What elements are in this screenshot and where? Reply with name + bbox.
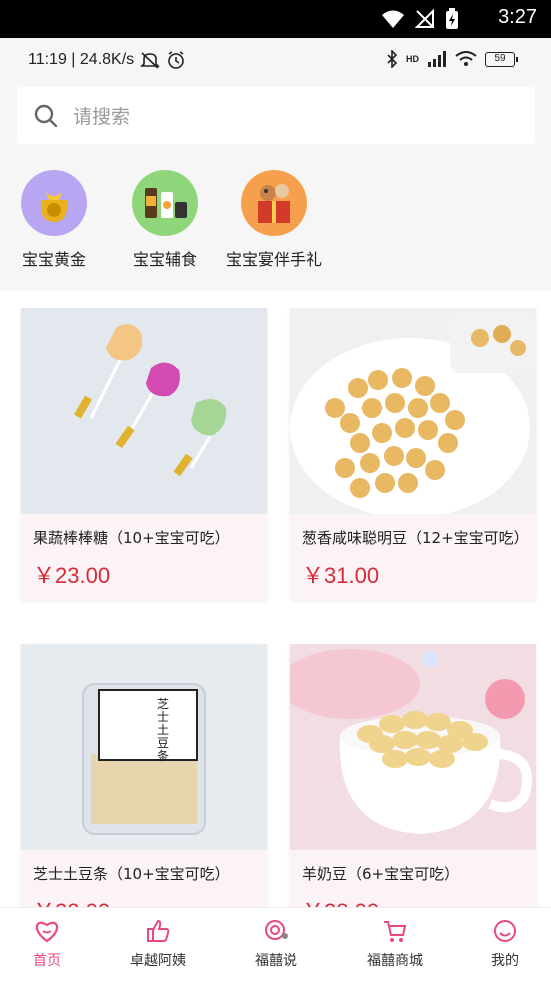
product-name: 芝士土豆条（10+宝宝可吃） (33, 865, 230, 883)
search-bar[interactable]: 请搜索 (17, 87, 535, 144)
wifi-small-icon (455, 51, 477, 66)
home-heart-icon (35, 921, 59, 943)
category-baby-food[interactable]: 宝宝辅食 (132, 170, 198, 270)
nav-home[interactable]: 首页 (2, 918, 92, 970)
product-info: 芝士土豆条（10+宝宝可吃） ￥22.00 (21, 850, 267, 911)
box-label: 芝士土豆条 (157, 697, 170, 763)
product-name: 羊奶豆（6+宝宝可吃） (302, 865, 460, 883)
system-clock: 3:27 (498, 6, 537, 28)
product-info: 果蔬棒棒糖（10+宝宝可吃） ￥23.00 (21, 514, 267, 600)
product-name: 果蔬棒棒糖（10+宝宝可吃） (33, 529, 230, 547)
smile-icon (494, 920, 516, 942)
product-info: 葱香咸味聪明豆（12+宝宝可吃） ￥31.00 (290, 514, 536, 600)
signal-icon (428, 51, 446, 67)
nav-label: 卓越阿姨 (130, 953, 186, 969)
product-price: ￥23.00 (33, 563, 111, 588)
thumbs-up-icon (147, 919, 170, 942)
mute-icon (140, 52, 161, 69)
system-status-bar: 3:27 (0, 0, 551, 38)
category-label: 宝宝宴伴手礼 (226, 250, 323, 269)
gift-icon (241, 170, 307, 236)
category-baby-gift[interactable]: 宝宝宴伴手礼 (226, 170, 322, 270)
product-card[interactable]: 果蔬棒棒糖（10+宝宝可吃） ￥23.00 (21, 308, 267, 600)
biscuit-balls-image (290, 308, 536, 514)
goat-milk-beans-image (290, 644, 536, 850)
nav-label: 福囍说 (255, 953, 297, 969)
product-card[interactable]: 葱香咸味聪明豆（12+宝宝可吃） ￥31.00 (290, 308, 536, 600)
bluetooth-icon (387, 50, 398, 68)
nav-label: 福囍商城 (367, 953, 423, 969)
status-bar: 11:19 | 24.8K/s HD 59 (0, 38, 551, 82)
nav-aunt[interactable]: 卓越阿姨 (113, 918, 203, 970)
product-grid: 果蔬棒棒糖（10+宝宝可吃） ￥23.00 葱香咸味聪明豆（12+宝宝可吃） ￥… (0, 291, 551, 911)
product-info: 羊奶豆（6+宝宝可吃） ￥28.00 (290, 850, 536, 911)
battery-charging-icon (446, 8, 458, 29)
no-signal-icon (415, 9, 434, 28)
category-row: 宝宝黄金 宝宝辅食 宝宝宴伴手礼 (0, 166, 551, 282)
wifi-icon (382, 10, 404, 28)
nav-mine[interactable]: 我的 (460, 918, 550, 970)
category-baby-gold[interactable]: 宝宝黄金 (21, 170, 87, 270)
search-icon (34, 104, 58, 127)
product-card[interactable]: 羊奶豆（6+宝宝可吃） ￥28.00 (290, 644, 536, 911)
nav-talk[interactable]: 福囍说 (231, 918, 321, 970)
app-screen: 3:27 11:19 | 24.8K/s HD 59 请搜索 宝宝黄金 宝宝辅食… (0, 0, 551, 981)
gold-bag-icon (21, 170, 87, 236)
product-name: 葱香咸味聪明豆（12+宝宝可吃） (302, 529, 529, 547)
cart-icon (384, 921, 407, 942)
product-card[interactable]: 芝士土豆条 芝士土豆条（10+宝宝可吃） ￥22.00 (21, 644, 267, 911)
chat-icon (265, 920, 288, 940)
nav-label: 我的 (491, 953, 519, 969)
category-label: 宝宝辅食 (132, 250, 197, 269)
search-input[interactable]: 请搜索 (73, 102, 130, 129)
product-price: ￥31.00 (302, 563, 380, 588)
battery-indicator: 59 (485, 51, 518, 67)
status-left: 11:19 | 24.8K/s (28, 50, 186, 70)
cheese-potato-sticks-image: 芝士土豆条 (21, 644, 267, 850)
nav-label: 首页 (33, 953, 61, 969)
status-right: HD 59 (386, 50, 518, 68)
category-label: 宝宝黄金 (21, 250, 86, 269)
lollipop-image (21, 308, 267, 514)
baby-food-icon (132, 170, 198, 236)
system-status-icons (381, 8, 459, 30)
bottom-nav: 首页 卓越阿姨 福囍说 福囍商城 我的 (0, 907, 551, 981)
network-type: HD (406, 54, 419, 64)
nav-mall[interactable]: 福囍商城 (350, 918, 440, 970)
status-time-speed: 11:19 | 24.8K/s (28, 51, 135, 68)
alarm-icon (168, 51, 184, 69)
